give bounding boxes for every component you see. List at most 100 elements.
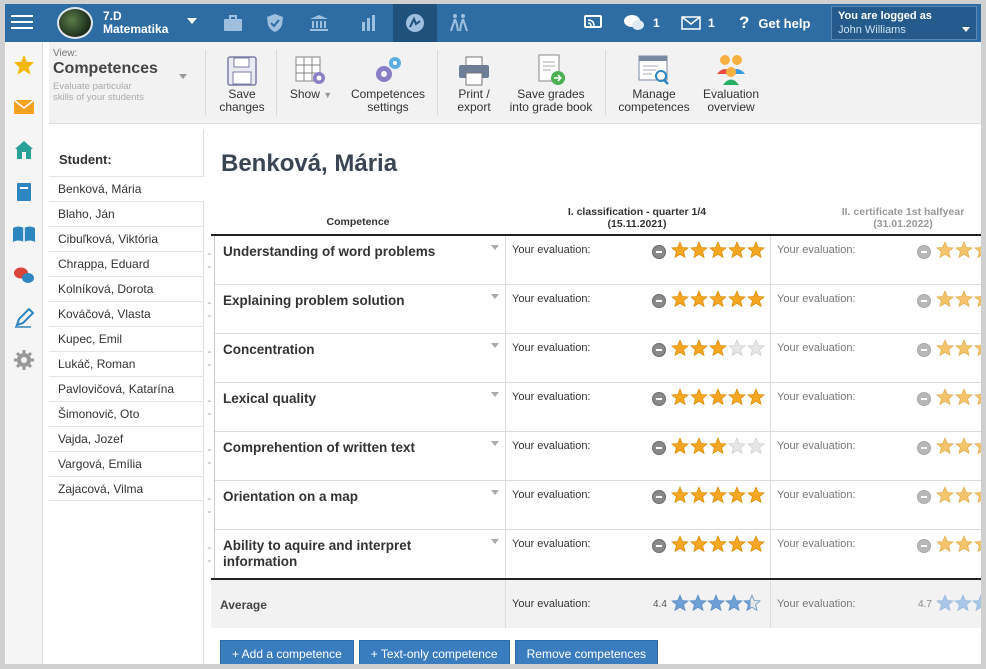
star-icon[interactable] — [671, 535, 690, 556]
star-icon[interactable] — [955, 290, 974, 311]
chevron-down-icon[interactable] — [491, 245, 499, 250]
star-icon[interactable] — [936, 437, 955, 458]
star-icon[interactable] — [671, 241, 690, 262]
star-icon[interactable] — [936, 535, 955, 556]
competence-icon[interactable] — [393, 4, 437, 42]
clear-rating-icon[interactable] — [652, 293, 666, 308]
row-reorder-handle[interactable]: ⌃ ⌄ — [205, 481, 215, 530]
mail-icon[interactable] — [681, 16, 701, 30]
row-reorder-handle[interactable]: ⌃ ⌄ — [205, 530, 215, 579]
star-icon[interactable] — [709, 437, 728, 458]
clear-rating-icon[interactable] — [652, 391, 666, 406]
hamburger-menu-icon[interactable] — [11, 12, 33, 32]
star-icon[interactable] — [709, 290, 728, 311]
clear-rating-icon[interactable] — [917, 538, 931, 553]
star-icon[interactable] — [709, 486, 728, 507]
star-icon[interactable] — [728, 388, 747, 409]
star-icon[interactable] — [747, 388, 766, 409]
star-icon[interactable] — [709, 241, 728, 262]
user-menu[interactable]: You are logged as John Williams — [831, 6, 977, 40]
star-icon[interactable] — [728, 486, 747, 507]
star-icon[interactable] — [974, 388, 981, 409]
star-icon[interactable] — [5, 50, 43, 80]
star-icon[interactable] — [955, 388, 974, 409]
bar-chart-icon[interactable] — [347, 4, 391, 42]
save-changes-button[interactable]: Save changes — [213, 50, 271, 120]
clear-rating-icon[interactable] — [652, 489, 666, 504]
discussion-icon[interactable] — [5, 261, 43, 291]
star-icon[interactable] — [936, 339, 955, 360]
class-selector[interactable]: 7.D Matematika — [57, 4, 203, 42]
star-icon[interactable] — [936, 290, 955, 311]
print-export-button[interactable]: Print / export — [449, 50, 499, 120]
star-icon[interactable] — [955, 486, 974, 507]
star-icon[interactable] — [936, 486, 955, 507]
star-icon[interactable] — [671, 339, 690, 360]
star-icon[interactable] — [728, 437, 747, 458]
manage-competences-button[interactable]: Manage competences — [614, 50, 694, 120]
student-item[interactable]: Cibuľková, Viktória — [49, 226, 204, 251]
pen-icon[interactable] — [5, 303, 43, 333]
star-icon[interactable] — [690, 339, 709, 360]
student-item[interactable]: Lukáč, Roman — [49, 351, 204, 376]
star-icon[interactable] — [974, 339, 981, 360]
star-icon[interactable] — [747, 437, 766, 458]
student-item[interactable]: Kováčová, Vlasta — [49, 301, 204, 326]
star-icon[interactable] — [690, 241, 709, 262]
view-selector[interactable]: View: Competences Evaluate particular ski… — [53, 48, 201, 118]
student-item[interactable]: Chrappa, Eduard — [49, 251, 204, 276]
star-icon[interactable] — [728, 535, 747, 556]
walking-people-icon[interactable] — [437, 4, 481, 42]
star-icon[interactable] — [974, 241, 981, 262]
star-icon[interactable] — [936, 388, 955, 409]
student-item[interactable]: Kupec, Emil — [49, 326, 204, 351]
student-item[interactable]: Benková, Mária — [49, 176, 204, 201]
notebook-icon[interactable] — [5, 177, 43, 207]
star-icon[interactable] — [690, 290, 709, 311]
chevron-down-icon[interactable] — [491, 539, 499, 544]
star-icon[interactable] — [671, 388, 690, 409]
clear-rating-icon[interactable] — [917, 293, 931, 308]
star-icon[interactable] — [671, 486, 690, 507]
star-icon[interactable] — [955, 437, 974, 458]
chevron-down-icon[interactable] — [491, 294, 499, 299]
clear-rating-icon[interactable] — [652, 244, 666, 259]
star-icon[interactable] — [955, 535, 974, 556]
star-icon[interactable] — [747, 486, 766, 507]
settings-gear-icon[interactable] — [5, 345, 43, 375]
star-icon[interactable] — [690, 437, 709, 458]
star-icon[interactable] — [728, 339, 747, 360]
chevron-down-icon[interactable] — [491, 490, 499, 495]
text-only-competence-button[interactable]: + Text-only competence — [358, 640, 510, 664]
clear-rating-icon[interactable] — [917, 489, 931, 504]
home-icon[interactable] — [5, 135, 43, 165]
row-reorder-handle[interactable]: ⌃ ⌄ — [205, 432, 215, 481]
star-icon[interactable] — [936, 241, 955, 262]
clear-rating-icon[interactable] — [652, 538, 666, 553]
show-dropdown-button[interactable]: Show ▼ — [285, 50, 337, 120]
star-icon[interactable] — [974, 437, 981, 458]
row-reorder-handle[interactable]: ⌃ ⌄ — [205, 236, 215, 285]
clear-rating-icon[interactable] — [917, 342, 931, 357]
row-reorder-handle[interactable]: ⌃ ⌄ — [205, 334, 215, 383]
envelope-icon[interactable] — [5, 92, 43, 122]
shield-icon[interactable] — [253, 4, 297, 42]
star-icon[interactable] — [747, 339, 766, 360]
open-book-icon[interactable] — [5, 219, 43, 249]
chevron-down-icon[interactable] — [491, 343, 499, 348]
institution-icon[interactable] — [297, 4, 341, 42]
cast-screen-icon[interactable] — [571, 4, 615, 42]
star-icon[interactable] — [709, 339, 728, 360]
star-icon[interactable] — [955, 339, 974, 360]
chevron-down-icon[interactable] — [491, 441, 499, 446]
clear-rating-icon[interactable] — [652, 342, 666, 357]
chat-icon[interactable] — [623, 14, 645, 32]
clear-rating-icon[interactable] — [917, 244, 931, 259]
student-item[interactable]: Kolníková, Dorota — [49, 276, 204, 301]
star-icon[interactable] — [690, 486, 709, 507]
star-icon[interactable] — [974, 486, 981, 507]
evaluation-overview-button[interactable]: Evaluation overview — [697, 50, 765, 120]
star-icon[interactable] — [747, 241, 766, 262]
help-link[interactable]: ? Get help — [739, 4, 810, 42]
star-icon[interactable] — [728, 290, 747, 311]
